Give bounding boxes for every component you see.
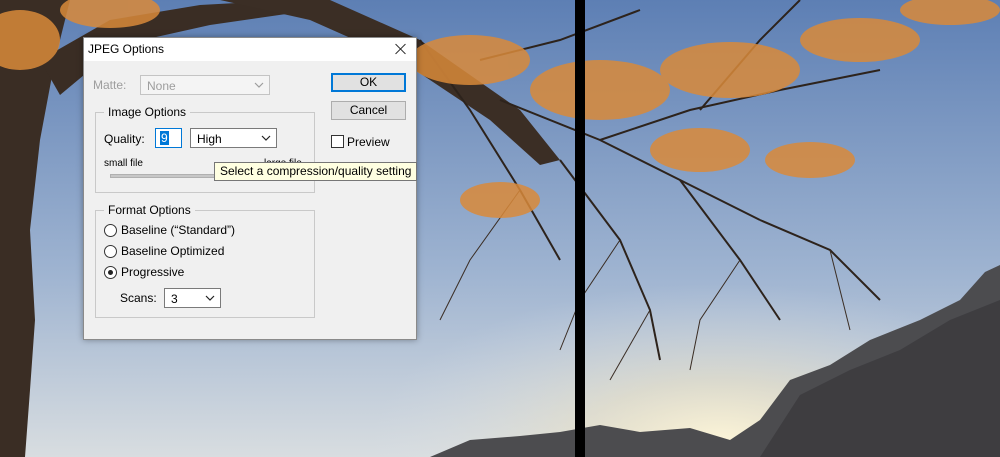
quality-tooltip: Select a compression/quality setting xyxy=(214,162,418,181)
quality-value: 9 xyxy=(160,131,169,145)
chevron-down-icon xyxy=(254,82,264,88)
cancel-button[interactable]: Cancel xyxy=(331,101,406,120)
quality-preset-select[interactable]: High xyxy=(190,128,277,148)
jpeg-options-dialog: JPEG Options Matte: None Image Options Q… xyxy=(83,37,417,340)
dialog-title: JPEG Options xyxy=(88,42,165,56)
chevron-down-icon xyxy=(205,295,215,301)
image-options-title: Image Options xyxy=(104,105,191,119)
close-icon[interactable] xyxy=(392,40,410,58)
scans-label: Scans: xyxy=(120,291,157,305)
radio-baseline-standard[interactable] xyxy=(104,224,117,237)
matte-select[interactable]: None xyxy=(140,75,270,95)
preview-checkbox[interactable] xyxy=(331,135,344,148)
title-bar[interactable]: JPEG Options xyxy=(84,38,416,61)
quality-preset-value: High xyxy=(197,132,222,146)
matte-label: Matte: xyxy=(93,78,127,92)
preview-label: Preview xyxy=(347,135,390,149)
small-file-label: small file xyxy=(104,158,143,169)
radio-progressive[interactable] xyxy=(104,266,117,279)
quality-input[interactable]: 9 xyxy=(155,128,182,148)
chevron-down-icon xyxy=(261,135,271,141)
quality-label: Quality: xyxy=(104,132,145,146)
format-options-title: Format Options xyxy=(104,203,195,217)
ok-button[interactable]: OK xyxy=(331,73,406,92)
matte-value: None xyxy=(147,79,176,93)
scans-select[interactable]: 3 xyxy=(164,288,221,308)
scans-value: 3 xyxy=(171,292,178,306)
baseline-standard-label: Baseline (“Standard”) xyxy=(121,223,236,237)
radio-baseline-optimized[interactable] xyxy=(104,245,117,258)
baseline-optimized-label: Baseline Optimized xyxy=(121,244,225,258)
progressive-label: Progressive xyxy=(121,265,185,279)
